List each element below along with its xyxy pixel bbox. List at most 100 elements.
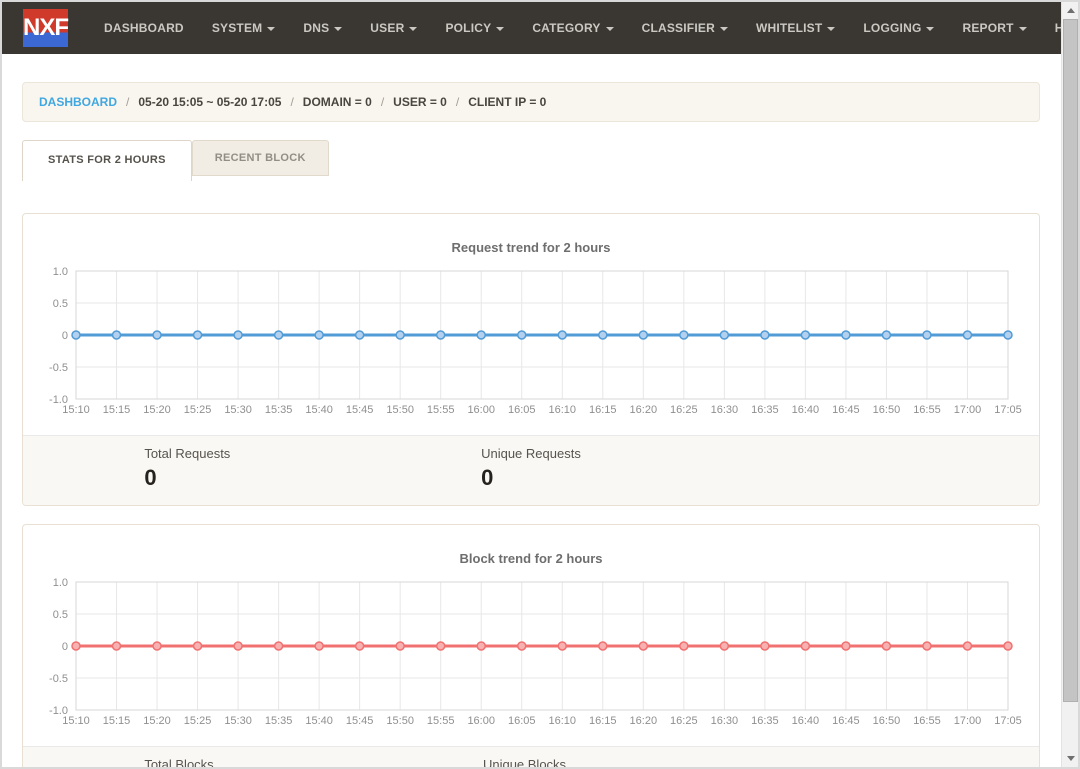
menu-item-label: WHITELIST — [756, 21, 822, 35]
svg-text:16:45: 16:45 — [832, 404, 860, 415]
svg-text:15:55: 15:55 — [427, 715, 455, 726]
svg-text:-0.5: -0.5 — [49, 673, 68, 685]
svg-text:15:30: 15:30 — [224, 404, 252, 415]
breadcrumb-dashboard-link[interactable]: DASHBOARD — [39, 95, 117, 109]
app-logo[interactable]: NXF — [23, 9, 68, 47]
svg-text:15:35: 15:35 — [265, 404, 293, 415]
svg-text:16:50: 16:50 — [873, 404, 901, 415]
block-stats-footer: Total Blocks Unique Blocks — [23, 746, 1039, 767]
request-trend-chart: 1.00.50-0.5-1.015:1015:1515:2015:2515:30… — [23, 263, 1039, 415]
svg-text:15:55: 15:55 — [427, 404, 455, 415]
menu-item-label: REPORT — [962, 21, 1013, 35]
svg-text:16:10: 16:10 — [548, 404, 576, 415]
menu-item-label: SYSTEM — [212, 21, 263, 35]
scroll-up-arrow-icon[interactable] — [1062, 2, 1079, 19]
caret-down-icon — [1019, 27, 1027, 31]
menu-item-label: POLICY — [445, 21, 491, 35]
svg-text:15:50: 15:50 — [386, 404, 414, 415]
svg-text:15:45: 15:45 — [346, 404, 374, 415]
unique-requests-stat: Unique Requests 0 — [362, 446, 701, 491]
breadcrumb-item: USER = 0 — [393, 95, 447, 109]
menu-item-help[interactable]: HELP — [1041, 2, 1061, 54]
spacer-stat — [700, 757, 1039, 767]
svg-text:15:50: 15:50 — [386, 715, 414, 726]
svg-text:15:40: 15:40 — [305, 715, 333, 726]
caret-down-icon — [720, 27, 728, 31]
svg-text:16:00: 16:00 — [467, 404, 495, 415]
svg-text:0.5: 0.5 — [53, 609, 68, 621]
request-chart-title: Request trend for 2 hours — [23, 240, 1039, 255]
total-requests-stat: Total Requests 0 — [23, 446, 362, 491]
svg-text:15:25: 15:25 — [184, 715, 212, 726]
tab-stats-for-2-hours[interactable]: STATS FOR 2 HOURS — [22, 140, 192, 181]
svg-text:1.0: 1.0 — [53, 577, 68, 589]
menu-item-label: CLASSIFIER — [642, 21, 715, 35]
total-blocks-stat: Total Blocks — [23, 757, 362, 767]
block-trend-chart: 1.00.50-0.5-1.015:1015:1515:2015:2515:30… — [23, 574, 1039, 726]
svg-text:15:25: 15:25 — [184, 404, 212, 415]
menu-item-logging[interactable]: LOGGING — [849, 2, 948, 54]
svg-text:16:40: 16:40 — [792, 404, 820, 415]
menu-item-system[interactable]: SYSTEM — [198, 2, 290, 54]
svg-text:16:45: 16:45 — [832, 715, 860, 726]
svg-text:16:10: 16:10 — [548, 715, 576, 726]
spacer-stat — [700, 446, 1039, 491]
svg-text:15:20: 15:20 — [143, 404, 171, 415]
tab-recent-block[interactable]: RECENT BLOCK — [192, 140, 329, 176]
svg-text:16:20: 16:20 — [630, 715, 658, 726]
breadcrumb-separator: / — [456, 95, 459, 109]
scrollbar-thumb[interactable] — [1063, 19, 1078, 702]
svg-text:15:15: 15:15 — [103, 715, 131, 726]
total-blocks-label: Total Blocks — [144, 757, 240, 767]
request-stats-footer: Total Requests 0 Unique Requests 0 — [23, 435, 1039, 505]
svg-text:15:10: 15:10 — [62, 715, 90, 726]
svg-text:16:25: 16:25 — [670, 715, 698, 726]
svg-text:16:35: 16:35 — [751, 404, 779, 415]
menu-item-classifier[interactable]: CLASSIFIER — [628, 2, 742, 54]
menu-item-user[interactable]: USER — [356, 2, 431, 54]
menu-item-label: CATEGORY — [532, 21, 600, 35]
breadcrumb-item: CLIENT IP = 0 — [468, 95, 546, 109]
svg-text:15:35: 15:35 — [265, 715, 293, 726]
svg-text:16:30: 16:30 — [711, 404, 739, 415]
svg-text:16:15: 16:15 — [589, 404, 617, 415]
breadcrumb-item: DOMAIN = 0 — [303, 95, 372, 109]
svg-text:16:35: 16:35 — [751, 715, 779, 726]
breadcrumb: DASHBOARD / 05-20 15:05 ~ 05-20 17:05 / DOMA… — [22, 82, 1040, 122]
caret-down-icon — [267, 27, 275, 31]
unique-requests-label: Unique Requests — [481, 446, 581, 461]
menu-item-label: DNS — [303, 21, 329, 35]
page-content: NXF DASHBOARD SYSTEM DNS USER POLICY CATEGORY… — [2, 2, 1061, 767]
svg-text:16:55: 16:55 — [913, 404, 941, 415]
svg-text:16:30: 16:30 — [711, 715, 739, 726]
scroll-down-arrow-icon[interactable] — [1062, 750, 1079, 767]
menu-item-category[interactable]: CATEGORY — [518, 2, 627, 54]
browser-window: NXF DASHBOARD SYSTEM DNS USER POLICY CATEGORY… — [0, 0, 1080, 769]
svg-text:16:40: 16:40 — [792, 715, 820, 726]
unique-requests-value: 0 — [481, 465, 581, 491]
tab-bar: STATS FOR 2 HOURSRECENT BLOCK — [22, 140, 1040, 181]
menu-item-report[interactable]: REPORT — [948, 2, 1040, 54]
svg-text:16:25: 16:25 — [670, 404, 698, 415]
total-requests-value: 0 — [144, 465, 240, 491]
vertical-scrollbar[interactable] — [1061, 2, 1078, 767]
svg-text:16:05: 16:05 — [508, 404, 536, 415]
block-trend-panel: Block trend for 2 hours 1.00.50-0.5-1.01… — [22, 524, 1040, 767]
svg-text:15:10: 15:10 — [62, 404, 90, 415]
breadcrumb-item: 05-20 15:05 ~ 05-20 17:05 — [138, 95, 281, 109]
menu-item-dashboard[interactable]: DASHBOARD — [90, 2, 198, 54]
svg-text:17:05: 17:05 — [994, 404, 1022, 415]
caret-down-icon — [409, 27, 417, 31]
svg-text:17:00: 17:00 — [954, 715, 982, 726]
svg-text:0: 0 — [62, 330, 68, 342]
svg-text:16:20: 16:20 — [630, 404, 658, 415]
caret-down-icon — [926, 27, 934, 31]
menu-item-dns[interactable]: DNS — [289, 2, 356, 54]
logo-text: NXF — [23, 14, 68, 42]
menu-item-label: DASHBOARD — [104, 21, 184, 35]
menu-item-whitelist[interactable]: WHITELIST — [742, 2, 849, 54]
menu-item-policy[interactable]: POLICY — [431, 2, 518, 54]
svg-text:0: 0 — [62, 641, 68, 653]
svg-text:16:50: 16:50 — [873, 715, 901, 726]
breadcrumb-separator: / — [381, 95, 384, 109]
